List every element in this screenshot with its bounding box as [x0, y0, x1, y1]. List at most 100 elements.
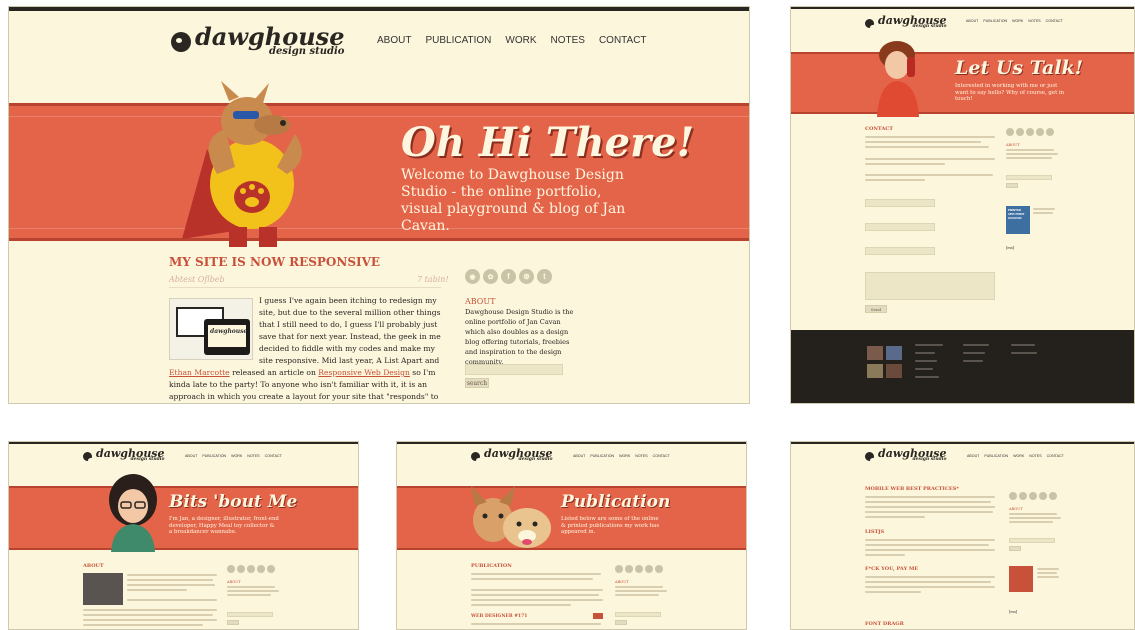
dribbble-icon[interactable] [257, 565, 265, 573]
site-logo[interactable]: dawghouse design studio [865, 448, 947, 464]
flickr-icon[interactable] [1019, 492, 1027, 500]
rss-icon[interactable] [1009, 492, 1017, 500]
rss-icon[interactable] [615, 565, 623, 573]
contact-text: Interested in working with me or just wa… [955, 83, 1065, 103]
search-button[interactable]: search [465, 378, 489, 388]
site-logo[interactable]: dawghouse design studio [865, 15, 947, 31]
site-logo[interactable]: dawghouse design studio [171, 25, 344, 59]
about-section-title: ABOUT [83, 563, 104, 569]
contact-section-title: CONTACT [865, 126, 893, 132]
sponsor-ad[interactable]: PRINTED 1855 PRINT GRAPHIC [1006, 206, 1030, 234]
flickr-icon[interactable]: ✿ [483, 269, 498, 284]
name-field[interactable] [865, 199, 935, 207]
email-field[interactable] [865, 223, 935, 231]
tumblr-icon[interactable] [1046, 128, 1054, 136]
publication-item-title[interactable]: WEB DESIGNER #171 [471, 614, 527, 619]
paw-icon [83, 451, 94, 463]
subject-field[interactable] [865, 247, 935, 255]
nav-contact[interactable]: CONTACT [599, 35, 647, 46]
footer-photo-4 [886, 364, 902, 378]
tumblr-icon[interactable]: t [537, 269, 552, 284]
footer-photo-2 [886, 346, 902, 360]
message-field[interactable] [865, 272, 995, 300]
hero-title: Oh Hi There! [401, 119, 695, 166]
flickr-icon[interactable] [237, 565, 245, 573]
site-footer [791, 330, 1134, 403]
tumblr-icon[interactable] [1049, 492, 1057, 500]
screenshot-contact: dawghouse design studio ABOUT PUBLICATION… [790, 6, 1135, 404]
sidebar-about-text: Dawghouse Design Studio is the online po… [465, 308, 574, 366]
sidebar-about-title: ABOUT [1009, 507, 1023, 511]
nav-work[interactable]: WORK [505, 35, 536, 46]
search-button[interactable] [1006, 183, 1018, 188]
tumblr-icon[interactable] [267, 565, 275, 573]
publication-section-title: PUBLICATION [471, 563, 512, 569]
social-icons [1006, 128, 1054, 136]
dribbble-icon[interactable]: ⊛ [519, 269, 534, 284]
social-icons [615, 565, 663, 573]
dribbble-icon[interactable] [1039, 492, 1047, 500]
about-banner-title: Bits 'bout Me [169, 492, 298, 512]
facebook-icon[interactable] [1026, 128, 1034, 136]
footer-photo-3 [867, 364, 883, 378]
site-logo[interactable]: dawghouse design studio [471, 448, 553, 464]
jan-photo [83, 573, 123, 605]
search-input[interactable] [1009, 538, 1055, 543]
post-title[interactable]: MY SITE IS NOW RESPONSIVE [169, 255, 380, 269]
search-input[interactable] [465, 364, 563, 375]
sponsor-ad[interactable] [1009, 566, 1033, 592]
screenshot-notes: dawghouse design studio ABOUT PUBLICATION… [790, 441, 1135, 630]
hero-text: Welcome to Dawghouse Design Studio - the… [401, 167, 626, 234]
social-icons [227, 565, 275, 573]
search-input[interactable] [1006, 175, 1052, 180]
nav-publication[interactable]: PUBLICATION [425, 35, 491, 46]
sidebar-about-title: ABOUT [465, 297, 496, 306]
flickr-icon[interactable] [1016, 128, 1024, 136]
paw-icon [865, 451, 876, 463]
dribbble-icon[interactable] [1036, 128, 1044, 136]
new-badge [593, 613, 603, 619]
rss-icon[interactable] [1006, 128, 1014, 136]
post-comments[interactable]: 7 tabin! [417, 275, 449, 284]
search-input[interactable] [615, 612, 661, 617]
follow-label[interactable]: [rss] [1006, 246, 1014, 250]
site-logo[interactable]: dawghouse design studio [83, 448, 165, 464]
link-ethan-marcotte[interactable]: Ethan Marcotte [169, 368, 230, 377]
screenshot-about: dawghouse design studio ABOUT PUBLICATION… [8, 441, 359, 630]
link-responsive-web-design[interactable]: Responsive Web Design [318, 368, 410, 377]
post-divider [169, 287, 441, 288]
main-nav: ABOUT PUBLICATION WORK NOTES CONTACT [573, 454, 670, 458]
screenshot-publication: dawghouse design studio ABOUT PUBLICATION… [396, 441, 747, 630]
paw-icon [471, 451, 482, 463]
search-button[interactable] [227, 620, 239, 625]
post-body: I guess I've again been itching to redes… [169, 295, 441, 403]
rss-icon[interactable] [227, 565, 235, 573]
send-button[interactable]: Send [865, 305, 887, 313]
paw-icon [865, 18, 876, 30]
facebook-icon[interactable] [1029, 492, 1037, 500]
note-title-3[interactable]: F*CK YOU, PAY ME [865, 566, 918, 572]
social-icons: ◉ ✿ f ⊛ t [465, 269, 552, 284]
note-title-2[interactable]: LISTJS [865, 529, 884, 535]
facebook-icon[interactable]: f [501, 269, 516, 284]
rss-icon[interactable]: ◉ [465, 269, 480, 284]
nav-notes[interactable]: NOTES [551, 35, 585, 46]
footer-photo-1 [867, 346, 883, 360]
note-title-1[interactable]: MOBILE WEB BEST PRACTICES* [865, 486, 959, 492]
search-input[interactable] [227, 612, 273, 617]
tumblr-icon[interactable] [655, 565, 663, 573]
flickr-icon[interactable] [625, 565, 633, 573]
jan-avatar-illustration [109, 474, 157, 552]
post-meta: Abtest Oflbeb [169, 275, 225, 284]
sidebar-about-title: ABOUT [1006, 143, 1020, 147]
nav-about[interactable]: ABOUT [377, 35, 411, 46]
facebook-icon[interactable] [635, 565, 643, 573]
follow-label[interactable]: [rss] [1009, 610, 1017, 614]
dribbble-icon[interactable] [645, 565, 653, 573]
superhero-dog-illustration [182, 81, 302, 247]
search-button[interactable] [1009, 546, 1021, 551]
search-button[interactable] [615, 620, 627, 625]
main-nav: ABOUT PUBLICATION WORK NOTES CONTACT [966, 19, 1063, 23]
note-title-4[interactable]: FONT DRAGR [865, 621, 904, 627]
facebook-icon[interactable] [247, 565, 255, 573]
